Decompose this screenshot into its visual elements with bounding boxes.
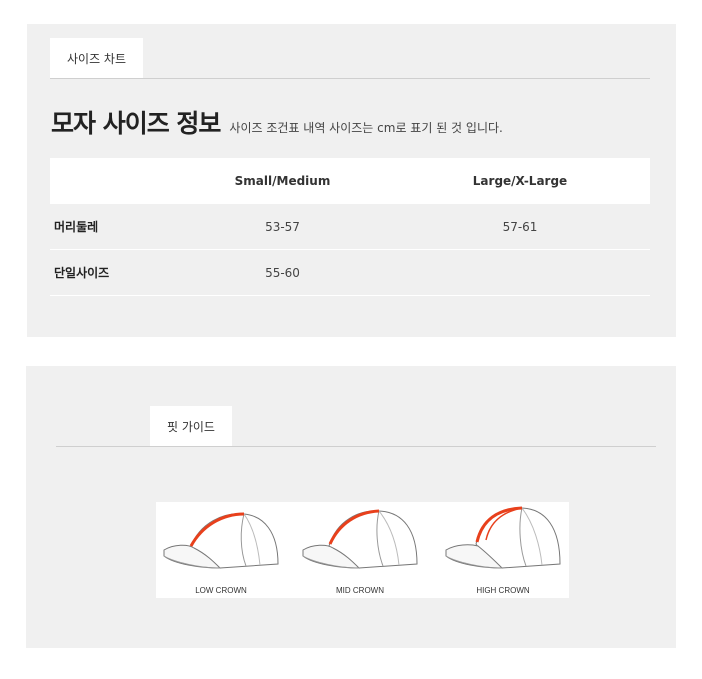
crown-item-mid: MID CROWN — [297, 502, 423, 598]
table-cell: 57-61 — [390, 204, 650, 250]
crown-item-high: HIGH CROWN — [440, 502, 566, 598]
size-chart-panel: 사이즈 차트 모자 사이즈 정보 사이즈 조건표 내역 사이즈는 cm로 표기 … — [27, 24, 676, 337]
fit-guide-panel: 핏 가이드 LOW CROWN MID CROWN HIGH CROWN — [26, 366, 676, 648]
table-row: 단일사이즈 55-60 — [50, 249, 650, 296]
table-header-large-xlarge: Large/X-Large — [390, 158, 650, 204]
table-header-row: Small/Medium Large/X-Large — [50, 158, 650, 204]
table-row: 머리둘레 53-57 57-61 — [50, 204, 650, 250]
tab-divider — [56, 446, 656, 447]
high-crown-cap-icon — [445, 506, 561, 569]
crown-illustrations: LOW CROWN MID CROWN HIGH CROWN — [156, 502, 569, 598]
row-label-head-circumference: 머리둘레 — [50, 204, 175, 250]
low-crown-cap-icon — [163, 512, 279, 569]
size-table: Small/Medium Large/X-Large 머리둘레 53-57 57… — [50, 158, 650, 296]
crown-label: MID CROWN — [336, 586, 384, 595]
crown-label: LOW CROWN — [195, 586, 247, 595]
tab-fit-guide-label: 핏 가이드 — [167, 419, 215, 434]
table-header-small-medium: Small/Medium — [175, 158, 390, 204]
size-unit-note: 사이즈 조건표 내역 사이즈는 cm로 표기 된 것 입니다. — [229, 121, 503, 135]
row-label-one-size: 단일사이즈 — [50, 249, 175, 296]
table-cell: 53-57 — [175, 204, 390, 250]
crown-label: HIGH CROWN — [476, 586, 530, 595]
mid-crown-cap-icon — [302, 509, 418, 569]
tab-size-chart-label: 사이즈 차트 — [66, 51, 126, 66]
table-cell — [390, 249, 650, 296]
page-title: 모자 사이즈 정보 — [51, 109, 221, 138]
tab-size-chart[interactable]: 사이즈 차트 — [50, 38, 143, 78]
table-cell: 55-60 — [175, 249, 390, 296]
title-row: 모자 사이즈 정보 사이즈 조건표 내역 사이즈는 cm로 표기 된 것 입니다… — [51, 104, 651, 140]
table-header-empty — [50, 158, 175, 204]
tab-divider — [50, 78, 650, 79]
crown-item-low: LOW CROWN — [158, 502, 284, 598]
tab-fit-guide[interactable]: 핏 가이드 — [150, 406, 232, 446]
